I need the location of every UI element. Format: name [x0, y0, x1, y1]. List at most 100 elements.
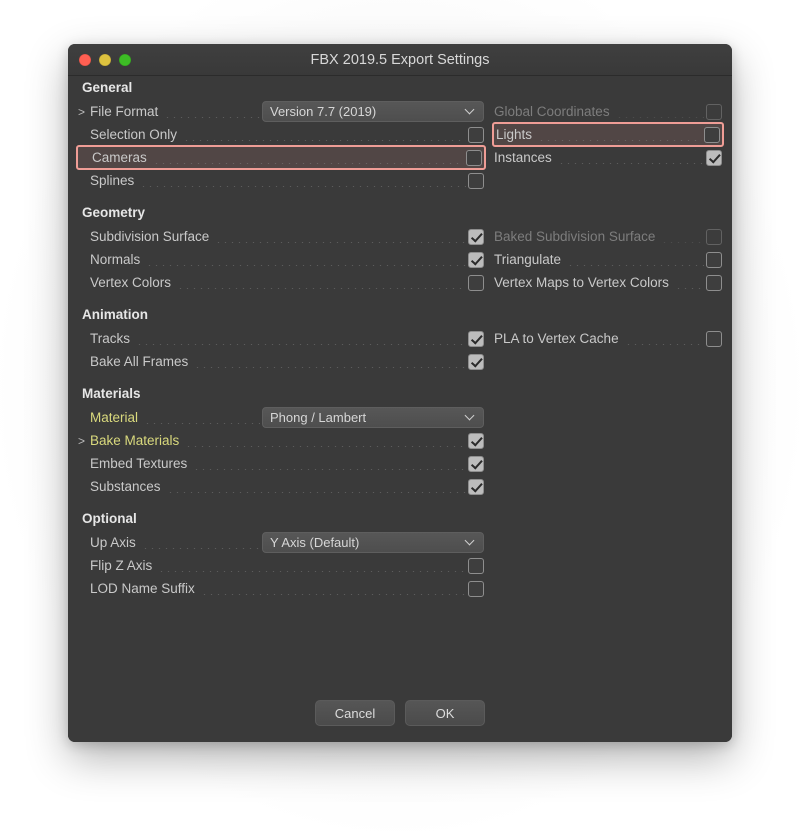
checkbox-substances[interactable] — [468, 478, 484, 495]
checkbox-vertex-colors[interactable] — [468, 274, 484, 291]
settings-body: General>File FormatVersion 7.7 (2019)>Se… — [68, 76, 732, 742]
dot-leader — [615, 105, 704, 118]
setting-label: PLA to Vertex Cache — [494, 331, 619, 346]
checkbox-cameras[interactable] — [466, 149, 482, 166]
setting-label: Bake Materials — [90, 433, 180, 448]
dot-leader — [158, 559, 466, 572]
setting-label: Triangulate — [494, 252, 562, 267]
dot-leader — [152, 151, 464, 164]
setting-row-normals[interactable]: >Normals — [76, 248, 486, 271]
setting-row-global-coordinates[interactable]: Global Coordinates — [492, 100, 724, 123]
disclosure-triangle-icon[interactable]: > — [78, 435, 90, 447]
setting-row-splines[interactable]: >Splines — [76, 169, 486, 192]
checkbox-pla-to-vertex-cache[interactable] — [706, 330, 722, 347]
setting-row-file-format[interactable]: > File Format Version 7.7 (2019) — [76, 100, 486, 123]
dropdown-up-axis[interactable]: Y Axis (Default) — [262, 532, 484, 553]
disclosure-triangle-icon[interactable]: > — [78, 106, 90, 118]
checkbox-lights[interactable] — [704, 126, 720, 143]
chevron-down-icon — [466, 537, 475, 546]
checkbox-lod-name-suffix[interactable] — [468, 580, 484, 597]
setting-row-triangulate[interactable]: Triangulate — [492, 248, 724, 271]
checkbox-embed-textures[interactable] — [468, 455, 484, 472]
section-header-optional: Optional — [82, 511, 137, 526]
setting-row-subdivision-surface[interactable]: >Subdivision Surface — [76, 225, 486, 248]
setting-row-instances[interactable]: Instances — [492, 146, 724, 169]
checkbox-instances[interactable] — [706, 149, 722, 166]
checkbox-selection-only[interactable] — [468, 126, 484, 143]
dot-leader — [674, 276, 704, 289]
dot-leader — [141, 536, 260, 549]
setting-row-baked-subdivision-surface[interactable]: Baked Subdivision Surface — [492, 225, 724, 248]
section-header-materials: Materials — [82, 386, 141, 401]
row-spacer — [492, 452, 724, 475]
setting-row-embed-textures[interactable]: >Embed Textures — [76, 452, 486, 475]
setting-row-bake-all-frames[interactable]: >Bake All Frames — [76, 350, 486, 373]
checkbox-bake-all-frames[interactable] — [468, 353, 484, 370]
setting-row-lod-name-suffix[interactable]: >LOD Name Suffix — [76, 577, 486, 600]
setting-label: Splines — [90, 173, 135, 188]
checkbox-triangulate[interactable] — [706, 251, 722, 268]
setting-row-substances[interactable]: >Substances — [76, 475, 486, 498]
window-titlebar[interactable]: FBX 2019.5 Export Settings — [68, 44, 732, 76]
setting-row-material[interactable]: >MaterialPhong / Lambert — [76, 406, 486, 429]
setting-row-tracks[interactable]: >Tracks — [76, 327, 486, 350]
row-spacer — [492, 554, 724, 577]
dot-leader — [567, 253, 704, 266]
setting-label: Up Axis — [90, 535, 136, 550]
checkbox-normals[interactable] — [468, 251, 484, 268]
setting-row-selection-only[interactable]: >Selection Only — [76, 123, 486, 146]
checkbox-bake-materials[interactable] — [468, 432, 484, 449]
row-spacer — [492, 406, 724, 429]
setting-label: Embed Textures — [90, 456, 188, 471]
desktop-background: FBX 2019.5 Export Settings General > File … — [0, 0, 800, 831]
settings-right-column: GeneralGlobal CoordinatesLightsInstances… — [492, 76, 724, 609]
setting-row-cameras[interactable]: >Cameras — [76, 145, 486, 170]
setting-row-up-axis[interactable]: >Up AxisY Axis (Default) — [76, 531, 486, 554]
row-spacer — [492, 577, 724, 600]
setting-label: Subdivision Surface — [90, 229, 210, 244]
setting-label: Global Coordinates — [494, 104, 610, 119]
setting-row-vertex-maps-to-vertex-colors[interactable]: Vertex Maps to Vertex Colors — [492, 271, 724, 294]
window-title: FBX 2019.5 Export Settings — [310, 52, 490, 68]
dialog-footer: Cancel OK — [68, 700, 732, 726]
setting-row-flip-z-axis[interactable]: >Flip Z Axis — [76, 554, 486, 577]
dropdown-value: Version 7.7 (2019) — [270, 104, 377, 119]
checkbox-flip-z-axis[interactable] — [468, 557, 484, 574]
setting-label: Instances — [494, 150, 552, 165]
row-spacer — [492, 531, 724, 554]
cancel-button[interactable]: Cancel — [315, 700, 395, 726]
setting-label: Selection Only — [90, 127, 178, 142]
setting-row-bake-materials[interactable]: > Bake Materials — [76, 429, 486, 452]
setting-row-pla-to-vertex-cache[interactable]: PLA to Vertex Cache — [492, 327, 724, 350]
setting-row-vertex-colors[interactable]: >Vertex Colors — [76, 271, 486, 294]
ok-button[interactable]: OK — [405, 700, 485, 726]
dropdown-file-format[interactable]: Version 7.7 (2019) — [262, 101, 484, 122]
checkbox-global-coordinates — [706, 103, 722, 120]
checkbox-tracks[interactable] — [468, 330, 484, 347]
setting-label: Vertex Maps to Vertex Colors — [494, 275, 669, 290]
dot-leader — [166, 480, 466, 493]
checkbox-splines[interactable] — [468, 172, 484, 189]
row-spacer — [492, 169, 724, 192]
chevron-down-icon — [466, 412, 475, 421]
setting-row-lights[interactable]: Lights — [492, 122, 724, 147]
setting-label: Lights — [496, 127, 533, 142]
checkbox-vertex-maps-to-vertex-colors[interactable] — [706, 274, 722, 291]
chevron-down-icon — [466, 106, 475, 115]
dropdown-material[interactable]: Phong / Lambert — [262, 407, 484, 428]
checkbox-subdivision-surface[interactable] — [468, 228, 484, 245]
setting-label: Tracks — [90, 331, 130, 346]
setting-label: Material — [90, 410, 139, 425]
dot-leader — [140, 174, 466, 187]
dot-leader — [146, 253, 466, 266]
row-spacer — [492, 475, 724, 498]
section-header-general: General — [82, 80, 133, 95]
